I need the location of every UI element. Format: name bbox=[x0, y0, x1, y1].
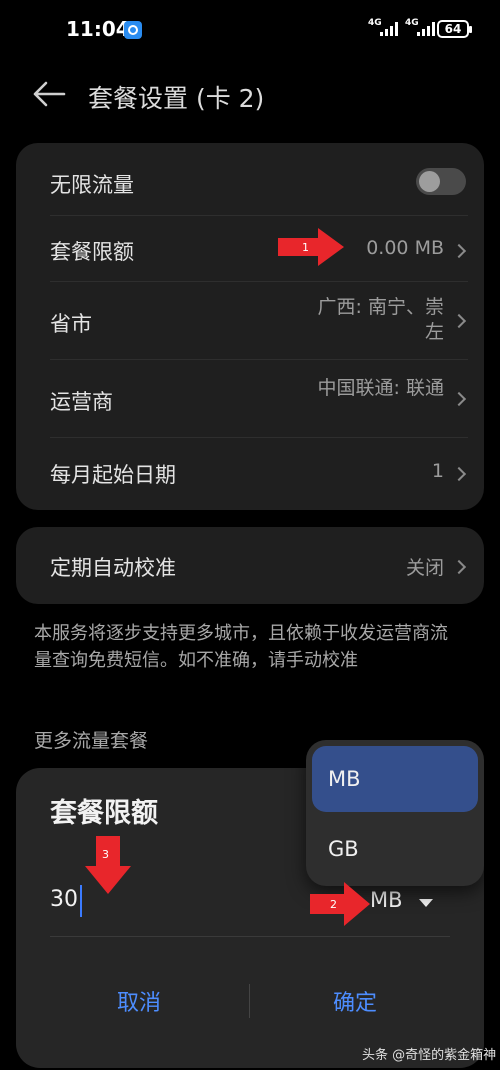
svg-text:2: 2 bbox=[330, 898, 337, 911]
auto-calibrate-row[interactable]: 定期自动校准 关闭 bbox=[16, 527, 484, 604]
plan-limit-value: 0.00 MB bbox=[366, 237, 444, 259]
watermark: 头条 @奇怪的紫金箱神 bbox=[362, 1048, 497, 1063]
page-title: 套餐设置 (卡 2) bbox=[88, 84, 265, 113]
svg-text:1: 1 bbox=[302, 241, 309, 254]
confirm-button[interactable]: 确定 bbox=[333, 985, 377, 1017]
sim1-signal-icon: 4G bbox=[368, 18, 402, 38]
plan-limit-row[interactable]: 套餐限额 0.00 MB bbox=[16, 215, 484, 281]
carrier-row[interactable]: 运营商 中国联通: 联通 bbox=[16, 359, 484, 437]
sim2-signal-icon: 4G bbox=[405, 18, 439, 38]
unlimited-data-label: 无限流量 bbox=[50, 173, 134, 197]
carrier-value: 中国联通: 联通 bbox=[317, 377, 444, 399]
unlimited-data-row[interactable]: 无限流量 bbox=[16, 143, 484, 215]
text-cursor bbox=[80, 885, 82, 917]
app-notification-icon bbox=[124, 21, 142, 39]
input-underline bbox=[50, 936, 450, 937]
province-city-row[interactable]: 省市 广西: 南宁、崇左 bbox=[16, 281, 484, 359]
battery-icon: 64 bbox=[437, 20, 472, 38]
chevron-right-icon bbox=[451, 391, 467, 407]
chevron-right-icon bbox=[451, 559, 467, 575]
svg-text:3: 3 bbox=[102, 848, 109, 861]
dialog-title: 套餐限额 bbox=[50, 798, 158, 829]
annotation-arrow-2: 2 bbox=[310, 882, 370, 926]
plan-limit-label: 套餐限额 bbox=[50, 240, 134, 264]
limit-amount-input[interactable]: 30 bbox=[50, 887, 78, 912]
auto-calibrate-label: 定期自动校准 bbox=[50, 556, 176, 580]
cancel-button[interactable]: 取消 bbox=[117, 985, 161, 1017]
unit-select[interactable]: MB bbox=[370, 888, 403, 912]
province-city-label: 省市 bbox=[50, 312, 92, 336]
clock: 11:04 bbox=[66, 17, 130, 41]
chevron-right-icon bbox=[451, 466, 467, 482]
plan-settings-card: 无限流量 套餐限额 0.00 MB 省市 广西: 南宁、崇左 运营商 中国联通:… bbox=[16, 143, 484, 510]
chevron-right-icon bbox=[451, 243, 467, 259]
billing-start-day-row[interactable]: 每月起始日期 1 bbox=[16, 437, 484, 510]
carrier-label: 运营商 bbox=[50, 390, 113, 414]
auto-calibrate-value: 关闭 bbox=[405, 557, 444, 579]
service-note: 本服务将逐步支持更多城市，且依赖于收发运营商流量查询免费短信。如不准确，请手动校… bbox=[34, 623, 448, 671]
unit-option-mb[interactable]: MB bbox=[312, 746, 478, 812]
province-city-value: 广西: 南宁、崇左 bbox=[317, 296, 444, 343]
annotation-arrow-1: 1 bbox=[278, 228, 344, 266]
chevron-right-icon bbox=[451, 313, 467, 329]
caret-down-icon[interactable] bbox=[419, 899, 433, 907]
billing-start-day-label: 每月起始日期 bbox=[50, 463, 176, 487]
more-plans-header: 更多流量套餐 bbox=[34, 730, 149, 752]
billing-start-day-value: 1 bbox=[431, 460, 444, 482]
unit-dropdown-menu: MB GB bbox=[306, 740, 484, 886]
annotation-arrow-3: 3 bbox=[85, 836, 131, 894]
unlimited-data-toggle[interactable] bbox=[416, 168, 466, 195]
battery-level: 64 bbox=[444, 22, 462, 36]
back-arrow-icon[interactable] bbox=[32, 79, 66, 109]
button-divider bbox=[249, 984, 250, 1018]
status-bar: 11:04 4G 4G 64 bbox=[0, 0, 500, 60]
unit-option-gb[interactable]: GB bbox=[312, 816, 478, 882]
